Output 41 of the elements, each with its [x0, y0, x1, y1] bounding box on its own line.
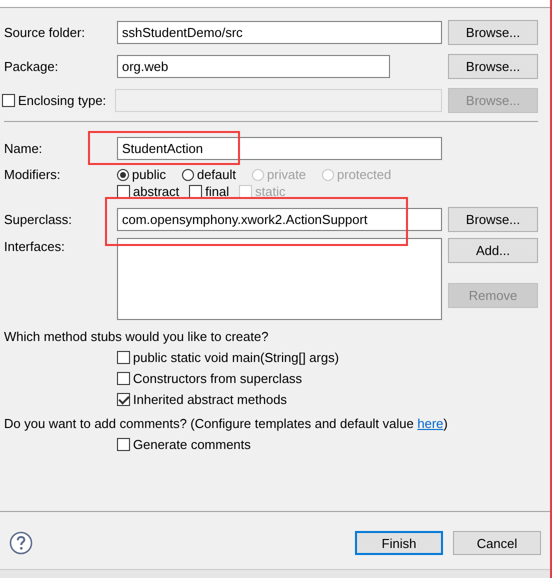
- checkbox-label: abstract: [133, 184, 180, 198]
- radio-label: default: [196, 167, 236, 182]
- source-folder-field[interactable]: sshStudentDemo/src: [117, 21, 442, 44]
- browse-button[interactable]: Browse...: [448, 54, 538, 79]
- checkbox[interactable]: [117, 372, 130, 385]
- checkbox-label: Constructors from superclass: [133, 371, 302, 386]
- checkbox[interactable]: [117, 393, 130, 406]
- checkbox-label: public static void main(String[] args): [133, 350, 339, 365]
- checkbox-label: Inherited abstract methods: [133, 392, 287, 407]
- checkbox[interactable]: [117, 184, 130, 198]
- field-label: Name:: [4, 141, 44, 156]
- radio-label: protected: [337, 167, 392, 182]
- help-icon[interactable]: [9, 531, 33, 555]
- radio-button[interactable]: [182, 168, 194, 180]
- checkbox-label: static: [255, 184, 286, 198]
- radio-button[interactable]: [117, 168, 129, 180]
- question-text: Which method stubs would you like to create?: [3, 329, 270, 344]
- browse-button[interactable]: Browse...: [448, 20, 538, 45]
- checkbox[interactable]: [189, 184, 202, 198]
- name-field[interactable]: StudentAction: [117, 137, 442, 160]
- field-label: Superclass:: [4, 212, 73, 227]
- radio-label: private: [267, 167, 306, 182]
- question-text: Do you want to add comments? (Configure templates and default value here): [3, 416, 449, 431]
- browse-button[interactable]: Browse...: [448, 207, 538, 232]
- field-label: Modifiers:: [4, 167, 62, 182]
- add-button[interactable]: Add...: [448, 238, 538, 263]
- package-field[interactable]: org.web: [117, 55, 390, 78]
- checkbox[interactable]: [117, 438, 130, 451]
- field-label: Package:: [4, 59, 60, 74]
- checkbox-label: final: [205, 184, 230, 198]
- here-link[interactable]: here: [417, 416, 444, 431]
- superclass-field[interactable]: com.opensymphony.xwork2.ActionSupport: [117, 208, 442, 231]
- checkbox-label: Generate comments: [133, 437, 251, 452]
- finish-button[interactable]: Finish: [355, 531, 443, 555]
- checkbox-label: Enclosing type:: [18, 93, 106, 108]
- radio-label: public: [132, 167, 166, 182]
- field-label: Interfaces:: [4, 238, 66, 254]
- cancel-button[interactable]: Cancel: [453, 531, 541, 555]
- field-label: Source folder:: [4, 25, 86, 40]
- checkbox[interactable]: [117, 351, 130, 364]
- interfaces-list[interactable]: [117, 238, 442, 320]
